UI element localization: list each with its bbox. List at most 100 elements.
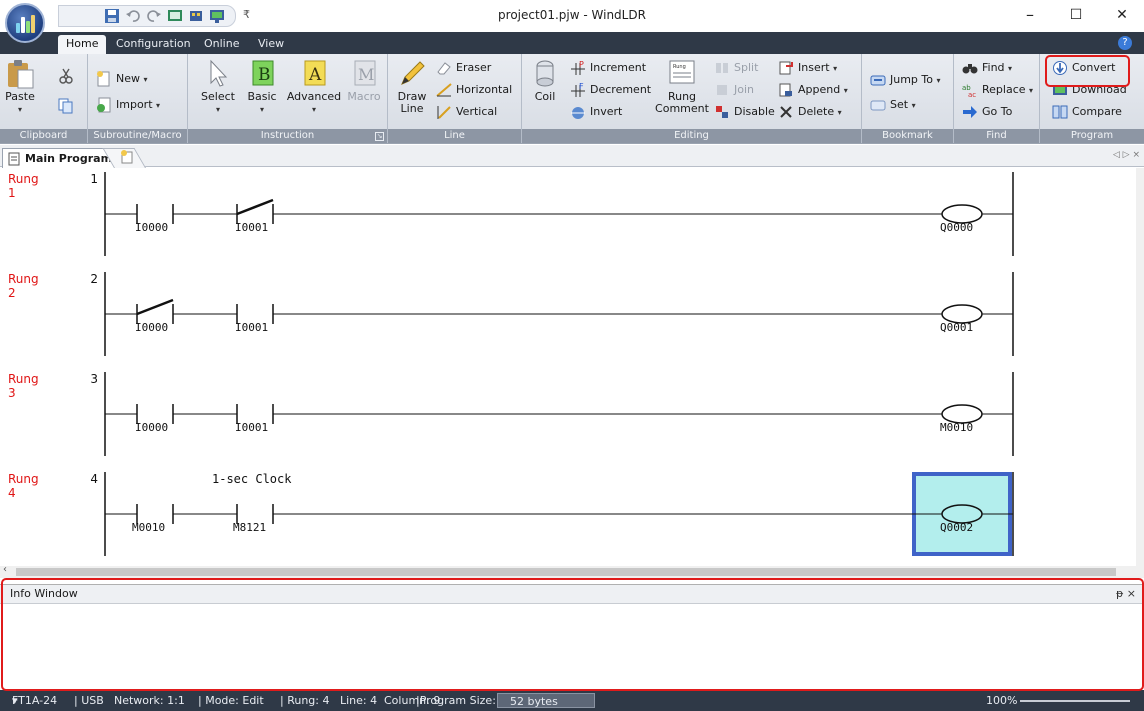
scroll-left-icon[interactable]: ‹: [3, 564, 7, 575]
maximize-button[interactable]: ☐: [1056, 4, 1096, 28]
contact-label[interactable]: M0010: [132, 521, 165, 534]
tab-online[interactable]: Online: [196, 35, 247, 54]
go-to-arrow-icon: [963, 106, 977, 118]
coil-button[interactable]: Coil: [528, 58, 562, 103]
zoom-slider[interactable]: [1020, 700, 1130, 702]
decrement-button[interactable]: F Decrement: [570, 81, 651, 99]
rung-number: 1: [90, 172, 98, 186]
new-button[interactable]: New ▾: [96, 70, 148, 88]
rung-label: Rung 1: [8, 172, 39, 200]
jump-to-label: Jump To: [890, 73, 933, 86]
rung-comment-button[interactable]: Rung Rung Comment: [654, 58, 710, 115]
instruction-dialog-launcher-icon[interactable]: ↘: [375, 132, 384, 141]
coil-label[interactable]: Q0002: [940, 521, 973, 534]
paste-label: Paste: [5, 90, 35, 103]
contact-comment: 1-sec Clock: [212, 472, 292, 486]
eraser-label: Eraser: [456, 61, 492, 74]
insert-button[interactable]: Insert ▾: [778, 59, 837, 77]
invert-button[interactable]: Invert: [570, 103, 622, 121]
svg-text:F: F: [579, 82, 584, 91]
invert-label: Invert: [590, 105, 623, 118]
import-button[interactable]: Import ▾: [96, 96, 160, 114]
advanced-instruction-button[interactable]: A Advanced ▾: [286, 58, 342, 116]
select-button[interactable]: Select ▾: [200, 58, 236, 116]
vertical-scrollbar[interactable]: [1136, 168, 1144, 566]
replace-icon: abac: [962, 84, 976, 98]
find-button[interactable]: Find ▾: [962, 59, 1012, 77]
tab-view[interactable]: View: [250, 35, 292, 54]
insert-icon: [779, 61, 793, 75]
application-menu-button[interactable]: [5, 3, 45, 43]
set-bookmark-button[interactable]: Set ▾: [870, 96, 916, 114]
convert-button[interactable]: Convert: [1052, 59, 1116, 77]
go-to-label: Go To: [982, 105, 1013, 118]
draw-line-button[interactable]: Draw Line: [396, 58, 428, 115]
find-group: Find ▾ ab ac Replace ▾ Go To Find: [954, 54, 1040, 143]
program-group: Convert Download Compare Program: [1040, 54, 1144, 143]
ladder-editor[interactable]: Rung 1 1 I0000 I0001 Q0000 Rung 2 2 I0000 …: [0, 168, 1136, 566]
coil-label[interactable]: Q0000: [940, 221, 973, 234]
append-button[interactable]: Append ▾: [778, 81, 848, 99]
eraser-button[interactable]: Eraser: [436, 59, 491, 77]
tab-main-program[interactable]: Main Program: [2, 148, 120, 168]
download-button[interactable]: Download: [1052, 81, 1127, 99]
pin-close-icon[interactable]: ᵽ ×: [1116, 585, 1136, 603]
go-to-button[interactable]: Go To: [962, 103, 1012, 121]
replace-button[interactable]: ab ac Replace ▾: [962, 81, 1033, 99]
close-button[interactable]: ✕: [1102, 4, 1142, 28]
scrollbar-thumb[interactable]: [16, 568, 1116, 576]
convert-icon: [1053, 61, 1067, 75]
download-icon: [1053, 85, 1067, 95]
document-tab-bar: Main Program ◁ ▷ ×: [0, 145, 1144, 168]
binoculars-icon: [962, 64, 978, 74]
network-status: Network: 1:1: [114, 694, 185, 707]
horizontal-label: Horizontal: [456, 83, 513, 96]
contact-label[interactable]: I0001: [235, 221, 268, 234]
import-label: Import: [116, 98, 153, 111]
convert-label: Convert: [1072, 61, 1116, 74]
contact-label[interactable]: M8121: [233, 521, 266, 534]
ribbon: Paste ▾ Clipboard New ▾ Import ▾ Subrouti…: [0, 54, 1144, 144]
compare-button[interactable]: Compare: [1052, 103, 1122, 121]
macro-button[interactable]: M Macro: [346, 58, 382, 103]
increment-button[interactable]: P Increment: [570, 59, 646, 77]
delete-button[interactable]: Delete ▾: [778, 103, 842, 121]
contact-label[interactable]: I0000: [135, 421, 168, 434]
new-document-icon: [97, 71, 110, 87]
join-button[interactable]: Join: [714, 81, 754, 99]
coil-label[interactable]: M0010: [940, 421, 973, 434]
cut-icon[interactable]: [58, 68, 74, 84]
disable-label: Disable: [734, 105, 775, 118]
coil-label[interactable]: Q0001: [940, 321, 973, 334]
jump-to-button[interactable]: Jump To ▾: [870, 71, 941, 89]
program-size-value: 52 bytes: [510, 695, 558, 708]
minimize-button[interactable]: –: [1010, 4, 1050, 28]
paste-icon: [5, 58, 35, 89]
increment-icon: P: [571, 60, 585, 75]
svg-text:ac: ac: [968, 91, 976, 98]
svg-text:Rung: Rung: [673, 64, 686, 70]
vertical-line-button[interactable]: Vertical: [436, 103, 497, 121]
tab-scroll-controls[interactable]: ◁ ▷ ×: [1113, 150, 1140, 160]
split-button[interactable]: Split: [714, 59, 758, 77]
tab-home[interactable]: Home: [58, 35, 107, 54]
append-label: Append: [798, 83, 841, 96]
copy-icon[interactable]: [58, 98, 74, 114]
tab-configuration[interactable]: Configuration: [108, 35, 199, 54]
contact-label[interactable]: I0000: [135, 321, 168, 334]
line-group-label: Line: [388, 129, 521, 143]
horizontal-scrollbar[interactable]: ‹: [0, 564, 1144, 578]
set-label: Set: [890, 98, 909, 111]
disable-button[interactable]: Disable: [714, 103, 775, 121]
contact-label[interactable]: I0001: [235, 321, 268, 334]
horizontal-line-button[interactable]: Horizontal: [436, 81, 512, 99]
contact-label[interactable]: I0001: [235, 421, 268, 434]
help-icon[interactable]: ?: [1118, 36, 1132, 50]
rung-label: Rung 3: [8, 372, 39, 400]
split-label: Split: [734, 61, 759, 74]
rung-label: Rung 2: [8, 272, 39, 300]
vertical-line-icon: [437, 106, 451, 119]
basic-instruction-button[interactable]: B Basic ▾: [244, 58, 280, 116]
paste-button[interactable]: Paste ▾: [2, 58, 38, 116]
contact-label[interactable]: I0000: [135, 221, 168, 234]
